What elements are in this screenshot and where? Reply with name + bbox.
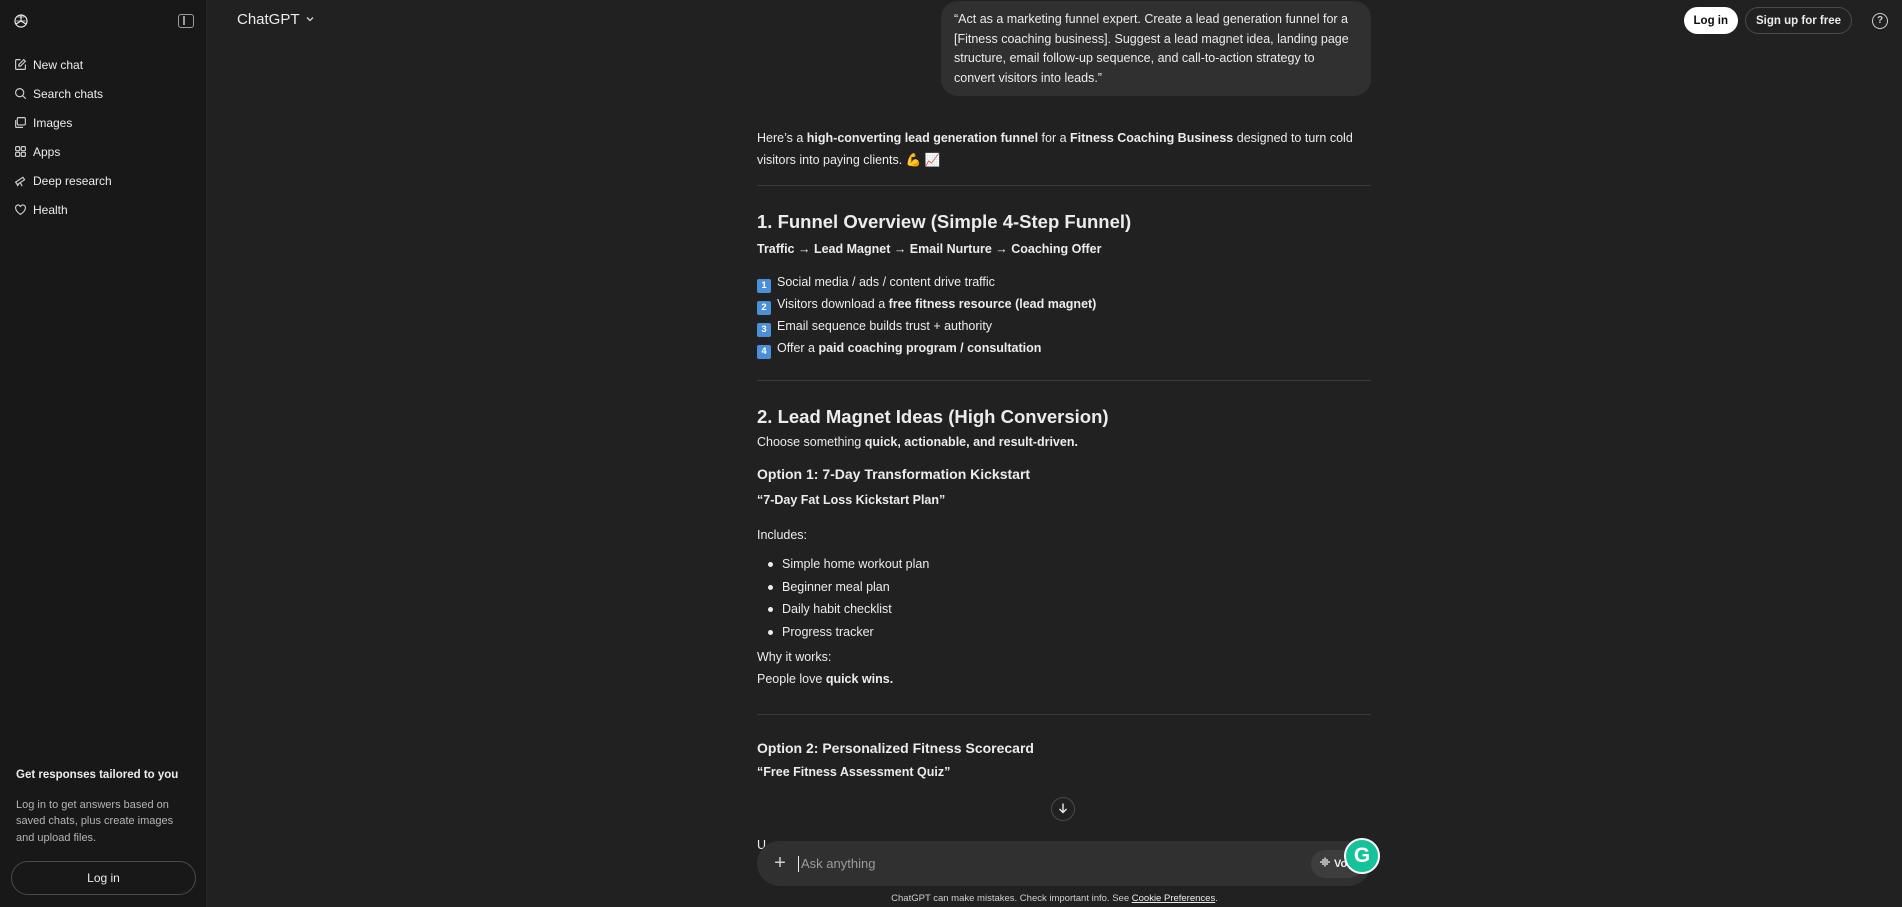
promo-text: Log in to get answers based on saved cha… [16, 798, 174, 844]
help-icon[interactable]: ? [1872, 12, 1888, 29]
telescope-icon [13, 174, 27, 188]
why-label: Why it works: [757, 650, 832, 664]
option-heading: Option 1: 7-Day Transformation Kickstart [757, 466, 1031, 482]
keycap-number-icon: 2 [757, 301, 771, 315]
waveform-icon [1319, 856, 1331, 871]
keycap-number-icon: 1 [757, 279, 771, 293]
includes-list: Simple home workout plan Beginner meal p… [757, 553, 1371, 643]
chevron-down-icon [305, 11, 315, 28]
cookie-preferences-link[interactable]: Cookie Preferences [1132, 893, 1215, 904]
grammarly-icon[interactable]: G [1344, 838, 1380, 874]
step-text: Email sequence builds trust + authority [777, 319, 993, 333]
sidebar-login-button[interactable]: Log in [11, 861, 196, 895]
signup-button[interactable]: Sign up for free [1745, 7, 1852, 34]
divider [757, 714, 1371, 715]
login-button[interactable]: Log in [1683, 7, 1739, 34]
sidebar-item-deep-research[interactable]: Deep research [0, 166, 206, 195]
funnel-steps: 1 Social media / ads / content drive traf… [757, 271, 1371, 359]
intro-bold: high-converting lead generation funnel [806, 131, 1039, 145]
choose-bold: quick, actionable, and result-driven. [864, 435, 1078, 449]
sidebar-item-label: Apps [33, 144, 61, 159]
sidebar-nav: New chat Search chats Images Apps Deep r… [0, 42, 206, 224]
intro-text: Here’s a [757, 131, 807, 145]
arrow-down-icon [1057, 802, 1069, 817]
sidebar-item-label: Search chats [33, 86, 104, 101]
step-bold: paid coaching program / consultation [818, 341, 1042, 355]
model-label: ChatGPT [237, 11, 300, 28]
sidebar-item-new-chat[interactable]: New chat [0, 50, 206, 79]
funnel-step: 1 Social media / ads / content drive traf… [757, 271, 1371, 293]
option-title: “7-Day Fat Loss Kickstart Plan” [757, 493, 946, 507]
list-item: Daily habit checklist [765, 598, 1371, 621]
list-item: Progress tracker [765, 621, 1371, 644]
new-chat-icon [13, 58, 27, 72]
search-icon [13, 87, 27, 101]
promo-title: Get responses tailored to you [16, 768, 179, 781]
keycap-number-icon: 3 [757, 323, 771, 337]
step-bold: free fitness resource (lead magnet) [888, 297, 1097, 311]
funnel-step: 3 Email sequence builds trust + authority [757, 315, 1371, 337]
plus-icon[interactable]: + [769, 852, 791, 875]
response-intro: Here’s a high-converting lead generation… [757, 127, 1371, 171]
sidebar-item-label: Images [33, 115, 73, 130]
why-text: People love quick wins. [757, 668, 1371, 690]
funnel-flow: Traffic → Lead Magnet → Email Nurture → … [757, 242, 1102, 256]
sidebar-item-images[interactable]: Images [0, 108, 206, 137]
intro-bold: Fitness Coaching Business [1070, 131, 1234, 145]
images-icon [13, 116, 27, 130]
why-pre: People love [757, 672, 826, 686]
choose-pre: Choose something [757, 435, 865, 449]
option-heading: Option 2: Personalized Fitness Scorecard [757, 740, 1034, 756]
step-text: Offer a [777, 341, 819, 355]
why-bold: quick wins. [825, 672, 894, 686]
openai-logo-icon[interactable] [12, 12, 30, 30]
composer: + Vo [757, 841, 1371, 886]
option-title: “Free Fitness Assessment Quiz” [757, 765, 951, 779]
scroll-to-bottom-button[interactable] [1051, 797, 1075, 821]
step-text: Visitors download a [777, 297, 889, 311]
funnel-step: 4 Offer a paid coaching program / consult… [757, 337, 1371, 359]
intro-text: for a [1038, 131, 1071, 145]
sidebar-item-label: New chat [33, 57, 84, 72]
funnel-step: 2 Visitors download a free fitness resour… [757, 293, 1371, 315]
divider [757, 380, 1371, 381]
choose-text: Choose something quick, actionable, and … [757, 431, 1371, 453]
header-actions: Log in Sign up for free ? [1683, 7, 1888, 34]
sidebar-item-apps[interactable]: Apps [0, 137, 206, 166]
keycap-number-icon: 4 [757, 345, 771, 359]
sidebar-header [0, 0, 206, 42]
disclaimer: ChatGPT can make mistakes. Check importa… [0, 893, 1902, 904]
disclaimer-end: . [1215, 893, 1218, 904]
assistant-response: Here’s a high-converting lead generation… [757, 127, 1371, 783]
step-text: Social media / ads / content drive traff… [777, 275, 995, 289]
sidebar-item-label: Deep research [33, 173, 112, 188]
apps-icon [13, 145, 27, 159]
divider [757, 185, 1371, 186]
disclaimer-text: ChatGPT can make mistakes. Check importa… [891, 893, 1132, 904]
sidebar-login-promo: Get responses tailored to you Log in to … [0, 769, 207, 907]
sidebar-toggle-icon[interactable] [178, 14, 194, 28]
sidebar-item-health[interactable]: Health [0, 195, 206, 224]
list-item: Beginner meal plan [765, 576, 1371, 599]
ask-input[interactable] [798, 855, 1311, 872]
section-heading: 1. Funnel Overview (Simple 4-Step Funnel… [757, 211, 1132, 232]
sidebar-item-label: Health [33, 202, 68, 217]
list-item: Simple home workout plan [765, 553, 1371, 576]
sidebar: New chat Search chats Images Apps Deep r… [0, 0, 207, 907]
includes-label: Includes: [757, 528, 808, 542]
section-heading: 2. Lead Magnet Ideas (High Conversion) [757, 406, 1109, 427]
user-message-bubble: “Act as a marketing funnel expert. Creat… [941, 1, 1371, 96]
sidebar-item-search-chats[interactable]: Search chats [0, 79, 206, 108]
model-selector[interactable]: ChatGPT [237, 11, 315, 28]
heart-icon [13, 203, 27, 217]
